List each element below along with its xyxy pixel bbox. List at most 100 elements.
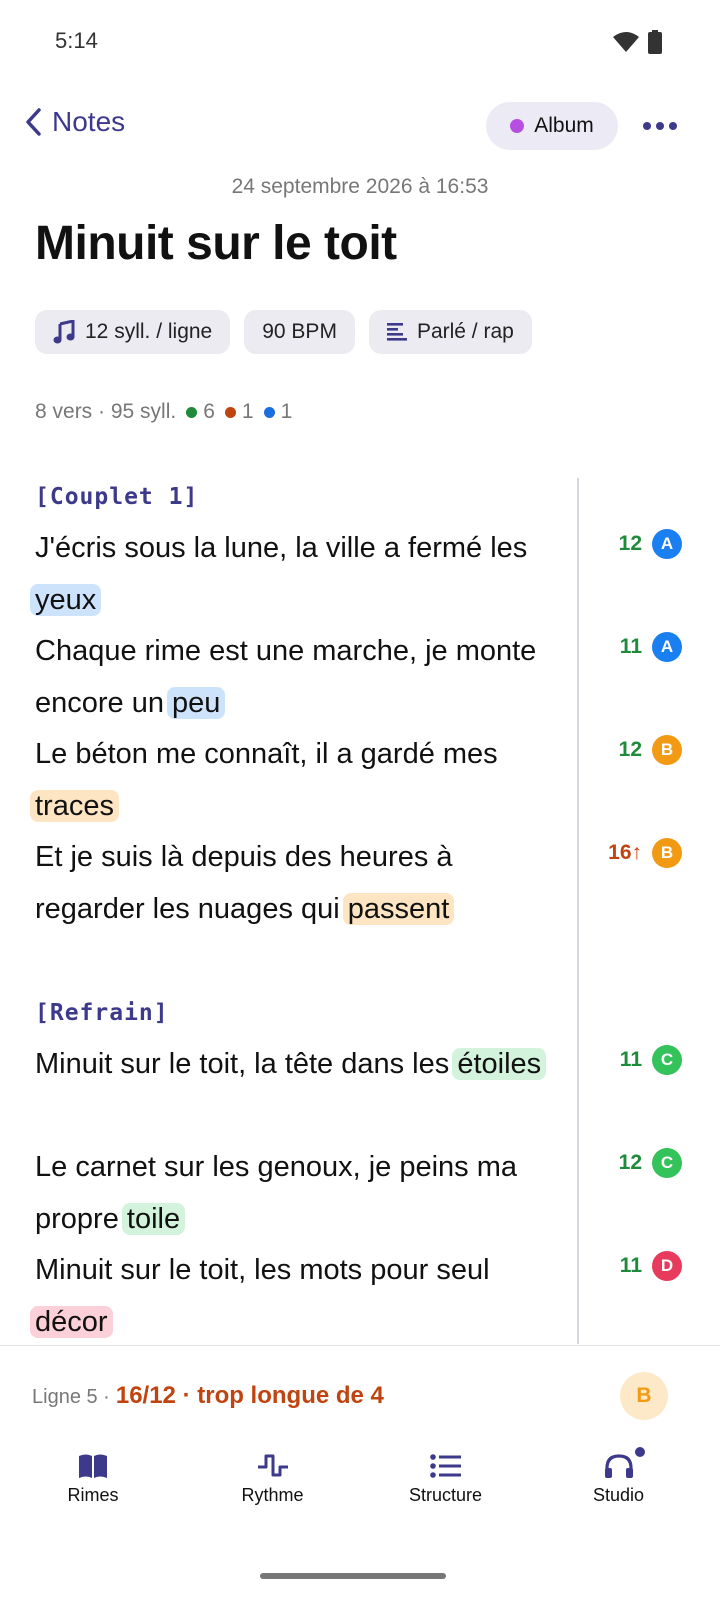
verse-line[interactable]: Le carnet sur les genoux, je peins ma pr… [35, 1141, 570, 1245]
rhyme-badge: B [652, 838, 682, 868]
syllable-count: 11 [619, 635, 642, 658]
verse-meta: 11 C [592, 1044, 682, 1076]
section-label: [Couplet 1] [35, 484, 199, 510]
nav-label: Structure [408, 1485, 483, 1505]
nav-studio[interactable]: Studio [532, 1445, 705, 1545]
short-dot [263, 406, 275, 418]
note-date: 24 septembre 2026 à 16:53 [231, 175, 489, 198]
more-dot-icon [656, 122, 664, 130]
verse-line[interactable]: J'écris sous la lune, la ville a fermé l… [30, 522, 570, 626]
more-dot-icon [643, 122, 651, 130]
status-bar: 5:14 [0, 0, 720, 84]
back-button[interactable]: Notes [24, 106, 125, 138]
syllable-count: 11 [619, 1048, 642, 1071]
chevron-left-icon [26, 108, 41, 136]
rhyme-word: peu [167, 687, 226, 719]
syllable-count: 12 [618, 738, 642, 761]
nav-structure[interactable]: Structure [359, 1445, 532, 1545]
nav-label: Rythme [241, 1485, 304, 1505]
long-dot [224, 406, 236, 418]
stat-ok: 6 [186, 400, 215, 424]
line-info: Ligne 5 · 16/12 · trop longue de 4 [32, 1382, 384, 1410]
album-label: Album [534, 114, 594, 137]
ok-dot [186, 406, 198, 418]
list-icon [429, 1454, 461, 1478]
nav-label: Rimes [67, 1485, 119, 1505]
syllable-count: 16↑ [608, 841, 642, 864]
headphones-icon [604, 1454, 633, 1478]
more-dot-icon [669, 122, 677, 130]
rhyme-badge: C [652, 1045, 682, 1075]
verse-line[interactable]: Minuit sur le toit, les mots pour seul d… [30, 1244, 570, 1344]
rhyme-badge: A [652, 632, 682, 662]
more-options-button[interactable] [640, 110, 680, 142]
verse-line[interactable]: Chaque rime est une marche, je monte enc… [35, 625, 570, 729]
notification-dot [632, 1445, 647, 1459]
rhyme-badge: A [652, 529, 682, 559]
bpm-chip[interactable]: 90 BPM [244, 310, 355, 354]
rhyme-word: toile [121, 1203, 186, 1235]
gutter-divider [577, 478, 579, 1344]
page-title: Minuit sur le toit [35, 217, 397, 270]
verse-line[interactable]: Minuit sur le toit, la tête dans les éto… [35, 1038, 570, 1090]
nav-rimes[interactable]: Rimes [0, 1445, 186, 1545]
rhyme-word: passent [342, 893, 455, 925]
bottom-nav: Rimes Rythme Structure Studio [0, 1445, 720, 1545]
status-time: 5:14 [55, 28, 98, 53]
line-label: Ligne 5 · [32, 1386, 110, 1408]
stat-ok-count: 6 [203, 400, 215, 423]
verse-meta: 12 A [592, 528, 682, 560]
syllable-count: 12 [618, 1151, 642, 1174]
rhyme-badge: C [652, 1148, 682, 1178]
verse-line[interactable]: Et je suis là depuis des heures à regard… [35, 831, 570, 935]
stats-summary: 8 vers · 95 syll. [35, 400, 177, 423]
style-chip-label: Parlé / rap [416, 320, 514, 343]
line-warning: 16/12 · trop longue de 4 [115, 1382, 384, 1409]
rhyme-word: étoiles [452, 1048, 547, 1080]
rhyme-word: yeux [30, 584, 102, 616]
lyrics-editor[interactable]: [Couplet 1] J'écris sous la lune, la vil… [0, 478, 720, 1344]
battery-icon [648, 30, 662, 54]
syllables-chip-label: 12 syll. / ligne [85, 320, 213, 343]
verse-meta: 12 B [592, 734, 682, 766]
nav-rythme[interactable]: Rythme [186, 1445, 359, 1545]
rhyme-word: décor [30, 1306, 113, 1338]
verse-text: J'écris sous la lune, la ville a fermé l… [35, 532, 528, 564]
stat-long: 1 [224, 400, 254, 424]
status-icons [612, 30, 662, 54]
album-chip[interactable]: Album [486, 102, 618, 150]
verse-meta: 16↑ B [592, 837, 682, 869]
rhyme-badge: B [652, 735, 682, 765]
stats-line: 8 vers · 95 syll. 6 1 1 [35, 400, 292, 424]
verse-text: Le béton me connaît, il a gardé mes [35, 738, 498, 770]
syllable-count: 11 [619, 1254, 642, 1277]
stat-long-count: 1 [241, 400, 254, 423]
settings-chips: 12 syll. / ligne 90 BPM Parlé / rap [35, 310, 532, 354]
verse-text: Chaque rime est une marche, je monte enc… [35, 635, 537, 719]
back-label: Notes [52, 106, 126, 137]
verse-meta: 12 C [592, 1147, 682, 1179]
current-rhyme-badge[interactable]: B [620, 1372, 668, 1420]
bpm-chip-label: 90 BPM [262, 320, 337, 343]
album-dot [510, 119, 525, 133]
verse-text: Le carnet sur les genoux, je peins ma pr… [35, 1151, 517, 1235]
style-chip[interactable]: Parlé / rap [368, 310, 532, 354]
verse-text: Minuit sur le toit, les mots pour seul [35, 1254, 490, 1286]
rhythm-wave-icon [257, 1454, 288, 1477]
line-info-bar: Ligne 5 · 16/12 · trop longue de 4 B [0, 1345, 720, 1445]
top-bar: Notes Album [0, 100, 720, 152]
verse-text: Minuit sur le toit, la tête dans les [35, 1048, 458, 1080]
verse-meta: 11 A [592, 631, 682, 663]
verse-line[interactable]: Le béton me connaît, il a gardé mes trac… [30, 728, 570, 832]
text-lines-icon [386, 323, 407, 341]
home-indicator[interactable] [260, 1573, 446, 1579]
wifi-icon [613, 32, 639, 52]
section-label: [Refrain] [35, 1000, 169, 1026]
syllables-chip[interactable]: 12 syll. / ligne [35, 310, 231, 354]
stat-short-count: 1 [280, 400, 293, 423]
syllable-count: 12 [618, 532, 642, 555]
nav-label: Studio [592, 1485, 645, 1505]
rhyme-badge: D [652, 1251, 682, 1281]
rhyme-word: traces [30, 790, 119, 822]
book-icon [79, 1454, 107, 1478]
